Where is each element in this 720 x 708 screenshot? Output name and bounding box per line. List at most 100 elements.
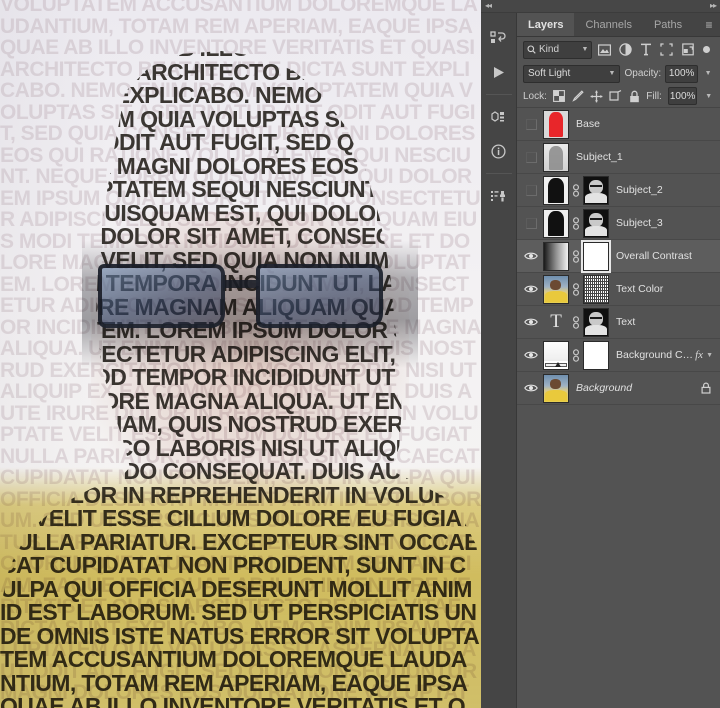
layer-thumbnails bbox=[543, 175, 609, 205]
filter-enable-toggle[interactable] bbox=[700, 41, 714, 59]
layer-name[interactable]: Subject_2 bbox=[616, 184, 720, 196]
layer-effects-badge[interactable]: fx bbox=[695, 349, 703, 361]
visibility-toggle[interactable] bbox=[519, 306, 543, 339]
lock-image-pixels-icon[interactable] bbox=[571, 88, 584, 104]
layer-name[interactable]: Subject_1 bbox=[576, 151, 720, 163]
type-T-icon: T bbox=[550, 311, 562, 332]
layer-locked-icon[interactable] bbox=[701, 382, 711, 394]
layer-mask-thumbnail[interactable] bbox=[583, 175, 609, 205]
layer-row-background[interactable]: Background bbox=[517, 372, 720, 405]
filter-shape-layers[interactable] bbox=[659, 41, 676, 59]
visibility-toggle[interactable] bbox=[519, 273, 543, 306]
layer-thumbnails bbox=[543, 208, 609, 238]
filter-kind-select[interactable]: Kind ▼ bbox=[523, 40, 593, 59]
visibility-toggle[interactable] bbox=[519, 141, 543, 174]
blend-mode-select[interactable]: Soft Light ▼ bbox=[523, 64, 621, 83]
layer-row-base[interactable]: Base bbox=[517, 108, 720, 141]
layer-thumbnail[interactable] bbox=[543, 274, 569, 304]
layer-thumbnails bbox=[543, 142, 569, 172]
layer-name[interactable]: Base bbox=[576, 118, 720, 130]
mask-link-icon[interactable] bbox=[571, 282, 581, 296]
layer-name[interactable]: Text bbox=[616, 316, 720, 328]
chevron-down-icon[interactable]: ▼ bbox=[609, 70, 616, 77]
visibility-toggle[interactable] bbox=[519, 174, 543, 207]
eye-icon bbox=[524, 252, 538, 260]
collapsed-panel-rail bbox=[481, 13, 517, 708]
photoshop-window: VOLUPTATEM ACCUSANTIUM DOLOREMQUE LAUDAN… bbox=[0, 0, 720, 708]
visibility-toggle[interactable] bbox=[519, 372, 543, 405]
type-layer-thumbnail[interactable]: T bbox=[543, 308, 569, 337]
mask-link-icon[interactable] bbox=[571, 216, 581, 230]
mask-link-icon[interactable] bbox=[571, 249, 581, 263]
layer-name[interactable]: Text Color bbox=[616, 283, 720, 295]
layer-thumbnail[interactable] bbox=[543, 340, 569, 370]
layer-mask-thumbnail[interactable] bbox=[581, 239, 611, 273]
layer-row-subject-1[interactable]: Subject_1 bbox=[517, 141, 720, 174]
panel-menu-icon[interactable]: ≡ bbox=[698, 13, 720, 36]
layer-mask-thumbnail[interactable] bbox=[583, 208, 609, 238]
filter-pixel-layers[interactable] bbox=[596, 41, 613, 59]
filter-smart-objects[interactable] bbox=[679, 41, 696, 59]
layer-thumbnail[interactable] bbox=[543, 175, 569, 205]
layer-name[interactable]: Subject_3 bbox=[616, 217, 720, 229]
layer-thumbnail[interactable] bbox=[543, 208, 569, 238]
collapse-left-icon[interactable]: ◂◂ bbox=[485, 2, 492, 10]
tab-layers[interactable]: Layers bbox=[517, 13, 575, 36]
tab-paths[interactable]: Paths bbox=[643, 13, 693, 36]
visibility-toggle[interactable] bbox=[519, 339, 543, 372]
clone-source-icon[interactable] bbox=[481, 179, 517, 213]
layer-row-background-color[interactable]: Background Color fx ▼ bbox=[517, 339, 720, 372]
layer-row-text[interactable]: T Text bbox=[517, 306, 720, 339]
actions-play-icon[interactable] bbox=[481, 55, 517, 89]
filter-adjustment-layers[interactable] bbox=[617, 41, 634, 59]
visibility-toggle[interactable] bbox=[519, 108, 543, 141]
layer-thumbnail[interactable] bbox=[543, 142, 569, 172]
lock-artboard-nesting-icon[interactable] bbox=[609, 88, 622, 104]
layer-thumbnails bbox=[543, 109, 569, 139]
fill-input[interactable]: 100% bbox=[667, 87, 698, 105]
layer-name[interactable]: Background bbox=[576, 382, 701, 394]
lock-position-icon[interactable] bbox=[590, 88, 603, 104]
layer-mask-thumbnail[interactable] bbox=[583, 307, 609, 337]
layer-mask-thumbnail[interactable] bbox=[583, 340, 609, 370]
layer-name[interactable]: Overall Contrast bbox=[616, 250, 720, 262]
layer-name[interactable]: Background Color bbox=[616, 349, 695, 361]
collapse-right-icon[interactable]: ▸▸ bbox=[710, 2, 717, 10]
layer-thumbnail[interactable] bbox=[543, 373, 569, 403]
blend-mode-row: Soft Light ▼ Opacity: 100% ▼ bbox=[517, 62, 720, 85]
tab-channels[interactable]: Channels bbox=[574, 13, 642, 36]
layer-filter-row: Kind ▼ bbox=[517, 37, 720, 62]
lock-transparent-pixels-icon[interactable] bbox=[553, 88, 565, 104]
layer-row-subject-3[interactable]: Subject_3 bbox=[517, 207, 720, 240]
chevron-down-icon[interactable]: ▼ bbox=[582, 46, 589, 53]
layer-row-text-color[interactable]: Text Color bbox=[517, 273, 720, 306]
properties-icon[interactable] bbox=[481, 100, 517, 134]
visibility-toggle[interactable] bbox=[519, 240, 543, 273]
opacity-stepper-icon[interactable]: ▼ bbox=[702, 65, 714, 83]
history-icon[interactable] bbox=[481, 21, 517, 55]
layer-row-overall-contrast[interactable]: Overall Contrast bbox=[517, 239, 720, 273]
mask-link-icon[interactable] bbox=[571, 348, 581, 362]
layer-row-subject-2[interactable]: Subject_2 bbox=[517, 174, 720, 207]
chevron-down-icon[interactable]: ▼ bbox=[706, 352, 713, 359]
layer-thumbnail[interactable] bbox=[543, 109, 569, 139]
eye-icon bbox=[524, 351, 538, 359]
mask-link-icon[interactable] bbox=[571, 183, 581, 197]
dock-titlebar: ◂◂ ▸▸ bbox=[481, 0, 720, 13]
typographic-portrait-artwork: VOLUPTATEM ACCUSANTIUM DOLOREMQUE LAUDAN… bbox=[0, 0, 481, 708]
layer-thumbnail[interactable] bbox=[543, 241, 569, 271]
layer-list[interactable]: Base Subject_1 Subject_2 Subject_3 Overa… bbox=[517, 107, 720, 678]
info-icon[interactable] bbox=[481, 134, 517, 168]
lock-all-icon[interactable] bbox=[628, 88, 640, 104]
rail-divider bbox=[485, 94, 512, 95]
document-canvas[interactable]: VOLUPTATEM ACCUSANTIUM DOLOREMQUE LAUDAN… bbox=[0, 0, 481, 708]
visibility-toggle[interactable] bbox=[519, 207, 543, 240]
mask-link-icon[interactable] bbox=[571, 315, 581, 329]
layer-thumbnails bbox=[543, 239, 611, 273]
eye-icon bbox=[524, 285, 538, 293]
fill-stepper-icon[interactable]: ▼ bbox=[703, 87, 714, 105]
opacity-input[interactable]: 100% bbox=[665, 64, 699, 83]
filter-type-layers[interactable] bbox=[638, 41, 655, 59]
layer-mask-thumbnail[interactable] bbox=[583, 274, 609, 304]
layers-panel-footer bbox=[517, 678, 720, 708]
